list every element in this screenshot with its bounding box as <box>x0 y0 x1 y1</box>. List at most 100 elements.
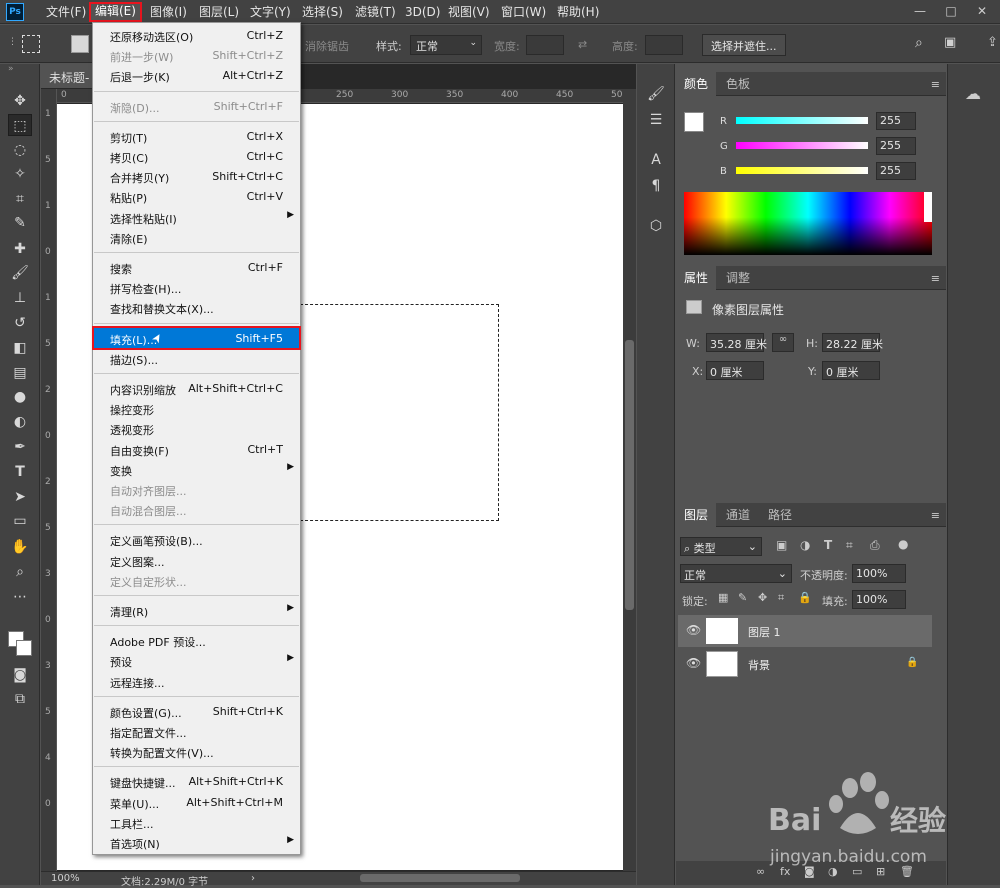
menu-layer[interactable]: 图层(L) <box>195 3 243 21</box>
zoom-level[interactable]: 100% <box>51 873 80 884</box>
tab-layers[interactable]: 图层 <box>676 503 717 527</box>
layer-name[interactable]: 图层 1 <box>748 624 781 640</box>
lock-artboard-icon[interactable]: ⌗ <box>778 591 784 605</box>
minimize-icon[interactable]: — <box>908 2 932 20</box>
edit-menu-item[interactable]: 拷贝(C) Ctrl+C <box>94 146 299 166</box>
edit-menu-item[interactable]: 工具栏... <box>94 812 299 832</box>
width-input[interactable] <box>526 35 564 55</box>
lock-all-icon[interactable]: 🔒 <box>798 591 812 604</box>
visibility-eye-icon[interactable]: 👁 <box>686 656 701 670</box>
y-field[interactable]: 0 厘米 <box>822 361 880 380</box>
lock-position-icon[interactable]: ✥ <box>758 591 767 604</box>
menu-view[interactable]: 视图(V) <box>444 3 494 21</box>
menu-file[interactable]: 文件(F) <box>42 3 90 21</box>
panel-menu-icon[interactable]: ≡ <box>931 509 940 522</box>
blur-tool-icon[interactable]: ● <box>8 386 32 408</box>
healing-brush-tool-icon[interactable]: ✚ <box>8 238 32 260</box>
lock-transparent-icon[interactable]: ▦ <box>718 591 728 604</box>
edit-menu-item[interactable]: 清除(E) <box>94 227 299 247</box>
edit-menu-item[interactable]: 还原移动选区(O) Ctrl+Z <box>94 25 299 45</box>
eraser-tool-icon[interactable]: ◧ <box>8 337 32 359</box>
maximize-icon[interactable]: □ <box>939 2 963 20</box>
panel-menu-icon[interactable]: ≡ <box>931 272 940 285</box>
type-tool-icon[interactable]: T <box>8 461 32 483</box>
panel-menu-icon[interactable]: ≡ <box>931 78 940 91</box>
h-field[interactable]: 28.22 厘米 <box>822 333 883 352</box>
paragraph-icon[interactable]: ¶ <box>646 176 666 196</box>
fg-color-chip[interactable] <box>684 112 704 132</box>
filter-toggle-icon[interactable]: ● <box>898 537 908 551</box>
link-icon[interactable]: ∞ <box>772 333 794 352</box>
zoom-tool-icon[interactable]: ⌕ <box>8 561 32 583</box>
edit-menu-item[interactable]: 搜索 Ctrl+F <box>94 257 299 277</box>
horizontal-scroll-thumb[interactable] <box>360 874 520 882</box>
more-tools-icon[interactable]: ⋯ <box>8 586 32 608</box>
gradient-tool-icon[interactable]: ▤ <box>8 362 32 384</box>
3d-icon[interactable]: ⬡ <box>646 216 666 236</box>
r-value[interactable]: 255 <box>876 112 916 130</box>
tab-channels[interactable]: 通道 <box>718 503 758 527</box>
edit-menu-item[interactable]: 变换 ▶ <box>94 459 299 479</box>
layer-row[interactable]: 👁 图层 1 <box>678 615 932 647</box>
select-and-mask-button[interactable]: 选择并遮住... <box>702 34 786 56</box>
r-slider[interactable] <box>736 117 868 124</box>
edit-menu-item[interactable]: 颜色设置(G)... Shift+Ctrl+K <box>94 701 299 721</box>
b-value[interactable]: 255 <box>876 162 916 180</box>
color-spectrum[interactable] <box>684 192 932 255</box>
brush-settings-icon[interactable]: 🖌 <box>646 84 666 104</box>
menu-window[interactable]: 窗口(W) <box>497 3 550 21</box>
adjust-sliders-icon[interactable]: ☰ <box>646 110 666 130</box>
background-color-swatch[interactable] <box>16 640 32 656</box>
close-icon[interactable]: ✕ <box>970 2 994 20</box>
filter-pixel-icon[interactable]: ▣ <box>776 538 787 552</box>
filter-shape-icon[interactable]: ⌗ <box>846 538 853 553</box>
tab-swatches[interactable]: 色板 <box>718 72 758 96</box>
style-select[interactable]: 正常 ⌄ <box>410 35 482 55</box>
brush-tool-icon[interactable]: 🖌 <box>8 262 32 284</box>
collapse-icon[interactable]: » <box>8 64 14 74</box>
tab-properties[interactable]: 属性 <box>676 266 717 290</box>
menu-help[interactable]: 帮助(H) <box>553 3 603 21</box>
edit-menu-item[interactable]: 清理(R) ▶ <box>94 600 299 620</box>
workspace-icon[interactable]: ▣ <box>944 35 956 50</box>
menu-3d[interactable]: 3D(D) <box>401 3 444 21</box>
layer-name[interactable]: 背景 <box>748 657 770 673</box>
edit-menu-item[interactable]: 键盘快捷键... Alt+Shift+Ctrl+K <box>94 771 299 791</box>
move-tool-icon[interactable]: ✥ <box>8 90 32 112</box>
filter-adjust-icon[interactable]: ◑ <box>800 538 810 552</box>
filter-type-icon[interactable]: T <box>824 538 832 552</box>
edit-menu-item[interactable]: 后退一步(K) Alt+Ctrl+Z <box>94 65 299 85</box>
edit-menu-item[interactable]: 定义图案... <box>94 550 299 570</box>
tab-color[interactable]: 颜色 <box>676 72 717 96</box>
crop-tool-icon[interactable]: ⌗ <box>8 188 32 210</box>
share-icon[interactable]: ⇪ <box>987 35 998 50</box>
edit-menu-item[interactable]: 描边(S)... <box>94 348 299 368</box>
w-field[interactable]: 35.28 厘米 <box>706 333 767 352</box>
eyedropper-tool-icon[interactable]: ✎ <box>8 212 32 234</box>
fill-field[interactable]: 100% <box>852 590 906 609</box>
vertical-scroll-thumb[interactable] <box>625 340 634 610</box>
edit-menu-item[interactable]: 拼写检查(H)... <box>94 277 299 297</box>
edit-menu-item[interactable]: 首选项(N) ▶ <box>94 832 299 852</box>
spectrum-white-swatch[interactable] <box>924 192 932 222</box>
lasso-tool-icon[interactable]: ◌ <box>8 139 32 161</box>
edit-menu-item[interactable]: 内容识别缩放 Alt+Shift+Ctrl+C <box>94 378 299 398</box>
hand-tool-icon[interactable]: ✋ <box>8 536 32 558</box>
edit-menu-item[interactable]: 剪切(T) Ctrl+X <box>94 126 299 146</box>
tab-paths[interactable]: 路径 <box>760 503 800 527</box>
path-select-tool-icon[interactable]: ➤ <box>8 486 32 508</box>
menu-image[interactable]: 图像(I) <box>146 3 191 21</box>
x-field[interactable]: 0 厘米 <box>706 361 764 380</box>
doc-info[interactable]: 文档:2.29M/0 字节 <box>121 873 208 888</box>
new-selection-icon[interactable] <box>71 35 89 53</box>
swap-icon[interactable]: ⇄ <box>578 38 587 51</box>
magic-wand-tool-icon[interactable]: ✧ <box>8 163 32 185</box>
opacity-field[interactable]: 100% <box>852 564 906 583</box>
edit-menu-item[interactable]: 选择性粘贴(I) ▶ <box>94 207 299 227</box>
edit-menu-item[interactable]: 转换为配置文件(V)... <box>94 741 299 761</box>
filter-smart-icon[interactable]: ⎙ <box>870 538 880 553</box>
stamp-tool-icon[interactable]: ⊥ <box>8 287 32 309</box>
edit-menu-item[interactable]: 透视变形 <box>94 418 299 438</box>
quick-mask-icon[interactable]: ◙ <box>8 664 32 686</box>
edit-menu-item[interactable]: 填充(L)... Shift+F5 ➤ <box>92 325 301 350</box>
